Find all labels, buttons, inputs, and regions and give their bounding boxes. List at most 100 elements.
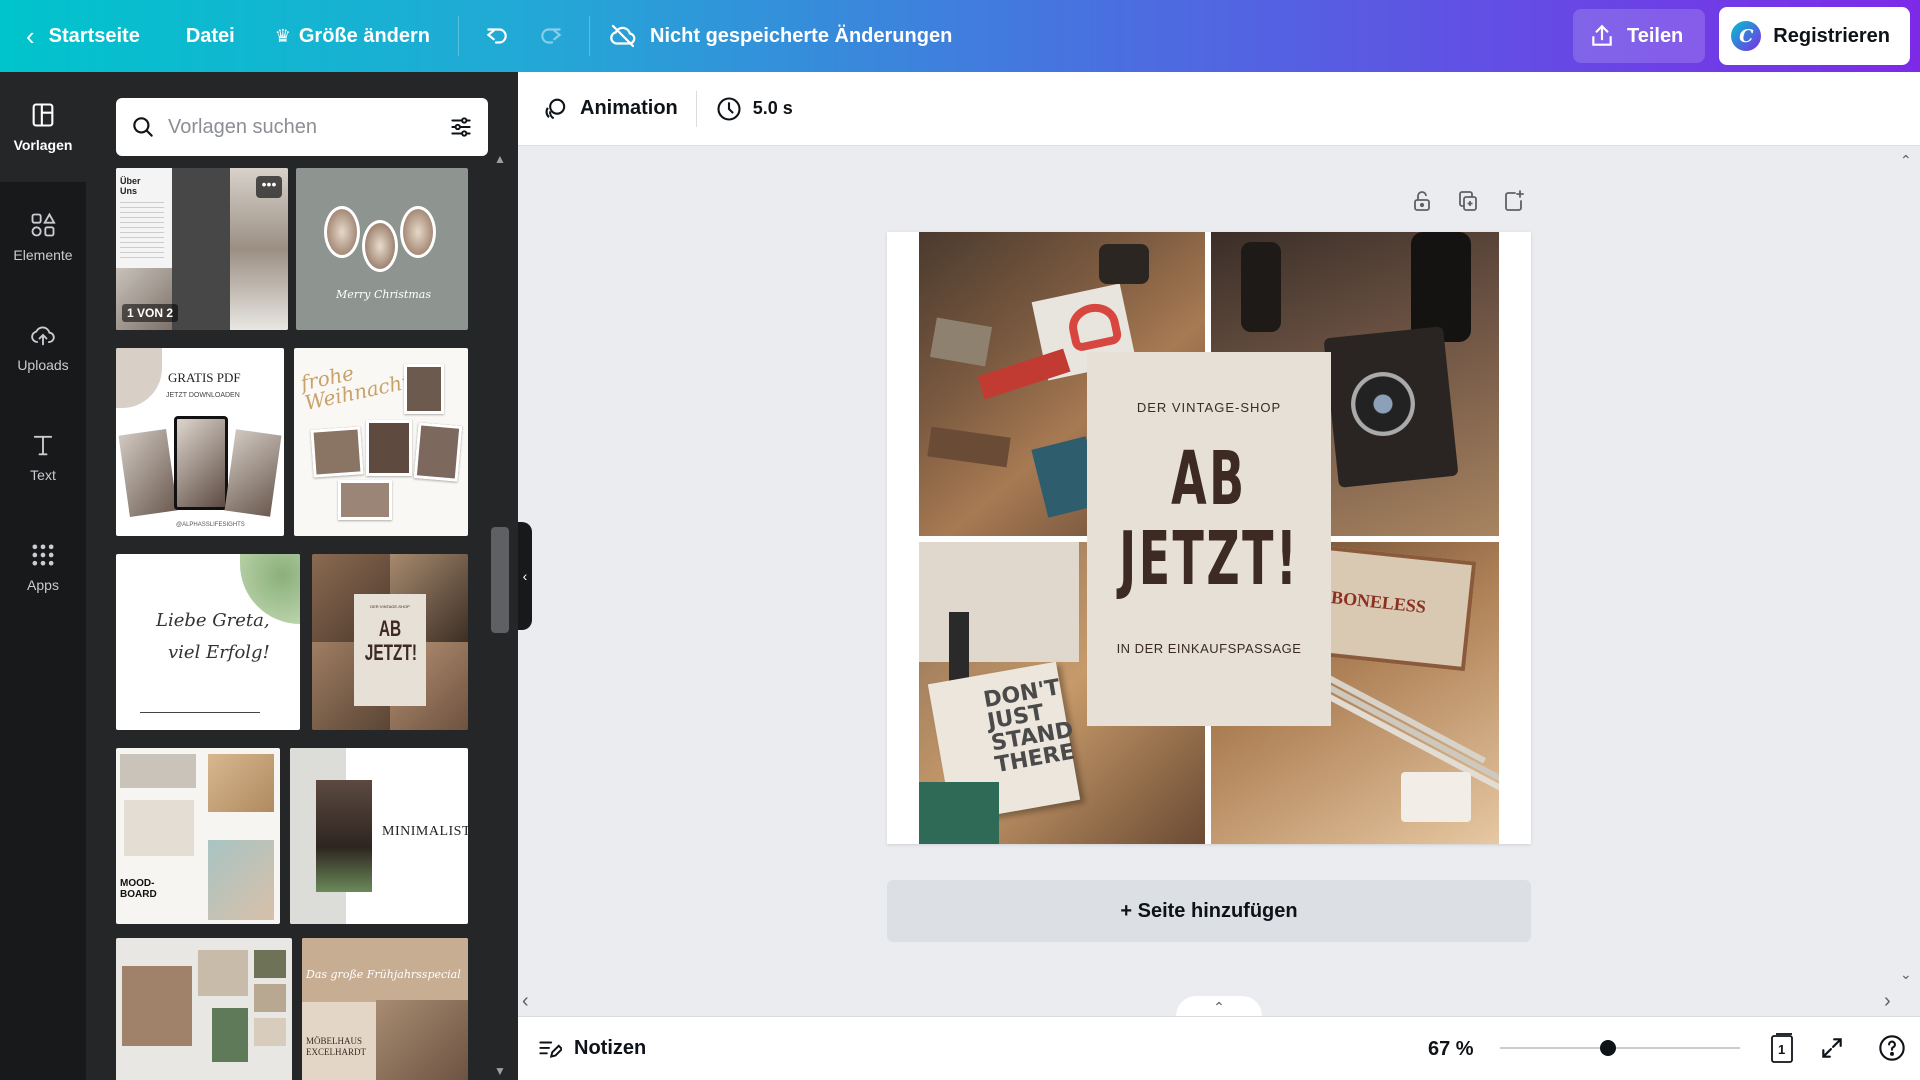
- rail-item-elements[interactable]: Elemente: [0, 182, 86, 292]
- template-big-text-1: AB: [378, 616, 402, 641]
- register-button[interactable]: C Registrieren: [1719, 7, 1910, 65]
- template-search-input[interactable]: [168, 115, 436, 139]
- help-button[interactable]: [1876, 1032, 1908, 1064]
- cloud-unsaved-icon: [610, 24, 636, 48]
- collapse-panel-button[interactable]: ‹: [518, 522, 532, 630]
- template-title: GRATIS PDF: [168, 370, 241, 385]
- resize-button[interactable]: ♛ Größe ändern: [275, 0, 430, 72]
- page-count-button[interactable]: 1: [1766, 1032, 1798, 1064]
- template-moebelhaus[interactable]: Das große Frühjahrsspecial MÖBELHAUS EXC…: [302, 938, 468, 1080]
- template-moodboard[interactable]: MOOD-BOARD: [116, 748, 280, 924]
- panel-scrollbar-thumb[interactable]: [491, 527, 509, 633]
- undo-button[interactable]: [477, 16, 517, 56]
- resize-label: Größe ändern: [298, 24, 431, 47]
- template-name: MÖBELHAUS EXCELHARDT: [306, 1036, 366, 1057]
- filter-sliders-icon[interactable]: [448, 114, 474, 140]
- file-menu-button[interactable]: Datei: [186, 0, 235, 72]
- canvas-scroll-right[interactable]: ›: [1884, 990, 1891, 1013]
- headline-line-2[interactable]: JETZT!: [1119, 519, 1299, 599]
- rail-item-text[interactable]: Text: [0, 402, 86, 512]
- rail-label: Uploads: [17, 357, 69, 373]
- book-cover-text: DON'T JUST STAND THERE: [981, 675, 1077, 779]
- template-script: Merry Christmas: [336, 288, 431, 301]
- template-merry-christmas[interactable]: Merry Christmas: [296, 168, 468, 330]
- rail-label: Elemente: [13, 247, 73, 263]
- search-icon: [133, 117, 153, 137]
- template-title: MOOD-BOARD: [120, 878, 157, 900]
- template-search-box[interactable]: [116, 98, 488, 156]
- share-label: Teilen: [1626, 24, 1684, 47]
- home-label: Startseite: [48, 24, 140, 47]
- canvas-scroll-down[interactable]: ⌄: [1900, 966, 1912, 983]
- toolbar-divider: [458, 16, 460, 56]
- canvas-scroll-left[interactable]: ‹: [522, 990, 529, 1013]
- template-title: Über Uns: [120, 176, 141, 196]
- canva-logo-icon: C: [1731, 21, 1762, 51]
- lock-icon[interactable]: [1410, 188, 1434, 214]
- zoom-percentage[interactable]: 67 %: [1428, 1038, 1474, 1061]
- rail-item-uploads[interactable]: Uploads: [0, 292, 86, 402]
- canvas-scroll-up[interactable]: ⌃: [1900, 152, 1912, 169]
- template-frohe-weihnachten[interactable]: frohe Weihnachten: [294, 348, 468, 536]
- rail-item-templates[interactable]: Vorlagen: [0, 72, 86, 182]
- left-rail: Vorlagen Elemente Uploads Text Apps: [0, 72, 86, 1080]
- template-small-text: DER VINTAGE-SHOP: [370, 604, 410, 609]
- headline-bottom-text[interactable]: IN DER EINKAUFSPASSAGE: [1117, 641, 1302, 656]
- top-bar: ‹ Startseite Datei ♛ Größe ändern Nicht …: [0, 0, 1920, 72]
- duplicate-page-icon[interactable]: [1456, 188, 1480, 214]
- clock-icon: [717, 96, 741, 121]
- save-status[interactable]: Nicht gespeicherte Änderungen: [608, 0, 952, 72]
- template-interior[interactable]: [116, 938, 292, 1080]
- rail-item-apps[interactable]: Apps: [0, 512, 86, 622]
- editor-toolbar: Animation 5.0 s: [518, 72, 1920, 146]
- page-panel-toggle[interactable]: ⌃: [1176, 996, 1262, 1018]
- expand-icon: [1822, 1038, 1842, 1058]
- headline-card[interactable]: DER VINTAGE-SHOP AB JETZT! IN DER EINKAU…: [1087, 352, 1331, 726]
- template-ab-jetzt[interactable]: DER VINTAGE-SHOP AB JETZT!: [312, 554, 468, 730]
- animation-button[interactable]: Animation: [534, 82, 686, 136]
- animation-icon: [545, 98, 566, 119]
- template-script: frohe Weihnachten: [298, 360, 437, 415]
- headline-top-text[interactable]: DER VINTAGE-SHOP: [1137, 400, 1281, 415]
- shapes-icon: [31, 212, 56, 237]
- rail-label: Vorlagen: [13, 137, 73, 153]
- notes-button[interactable]: Notizen: [536, 1036, 646, 1062]
- duration-button[interactable]: 5.0 s: [707, 82, 801, 136]
- scroll-down-arrow[interactable]: ▼: [491, 1064, 509, 1078]
- more-options-button[interactable]: •••: [256, 176, 282, 198]
- template-liebe-greta[interactable]: Liebe Greta, viel Erfolg!: [116, 554, 300, 730]
- notes-icon: [539, 1041, 562, 1058]
- template-script: Das große Frühjahrsspecial: [306, 968, 461, 981]
- cloud-upload-icon: [31, 326, 55, 346]
- template-page-badge: 1 VON 2: [122, 304, 179, 322]
- rail-label: Text: [30, 467, 56, 483]
- animation-label: Animation: [580, 97, 678, 119]
- template-gratis-pdf[interactable]: GRATIS PDF JETZT DOWNLOADEN @ALPHASSLIFE…: [116, 348, 284, 536]
- apps-grid-icon: [32, 544, 54, 566]
- rail-label: Apps: [27, 577, 59, 593]
- template-handle: @ALPHASSLIFESIGHTS: [176, 522, 245, 528]
- template-script-line1: Liebe Greta,: [156, 610, 270, 631]
- fullscreen-button[interactable]: [1816, 1032, 1848, 1064]
- share-button[interactable]: Teilen: [1572, 9, 1706, 63]
- duration-label: 5.0 s: [752, 98, 793, 118]
- template-title: MINIMALIST: [382, 824, 468, 839]
- add-page-icon[interactable]: [1502, 188, 1526, 214]
- zoom-slider-thumb[interactable]: [1600, 1040, 1616, 1056]
- help-icon: [1879, 1035, 1905, 1061]
- page-count-label: 1: [1778, 1042, 1786, 1057]
- add-page-button[interactable]: + Seite hinzufügen: [887, 880, 1531, 942]
- redo-button[interactable]: [531, 16, 571, 56]
- redo-icon: [541, 28, 562, 44]
- home-button[interactable]: ‹ Startseite: [0, 0, 140, 72]
- crown-icon: ♛: [274, 25, 291, 46]
- templates-panel: Über Uns 1 VON 2 ••• Merry Christmas GRA…: [86, 72, 518, 1080]
- template-about-us[interactable]: Über Uns 1 VON 2 •••: [116, 168, 288, 330]
- toolbar-divider: [695, 90, 697, 127]
- zoom-slider-track[interactable]: [1500, 1047, 1740, 1049]
- template-minimalist[interactable]: MINIMALIST: [290, 748, 468, 924]
- headline-line-1[interactable]: AB: [1171, 439, 1246, 519]
- scroll-up-arrow[interactable]: ▲: [491, 152, 509, 166]
- template-script-line2: viel Erfolg!: [168, 642, 270, 663]
- chevron-left-icon: ‹: [26, 20, 35, 51]
